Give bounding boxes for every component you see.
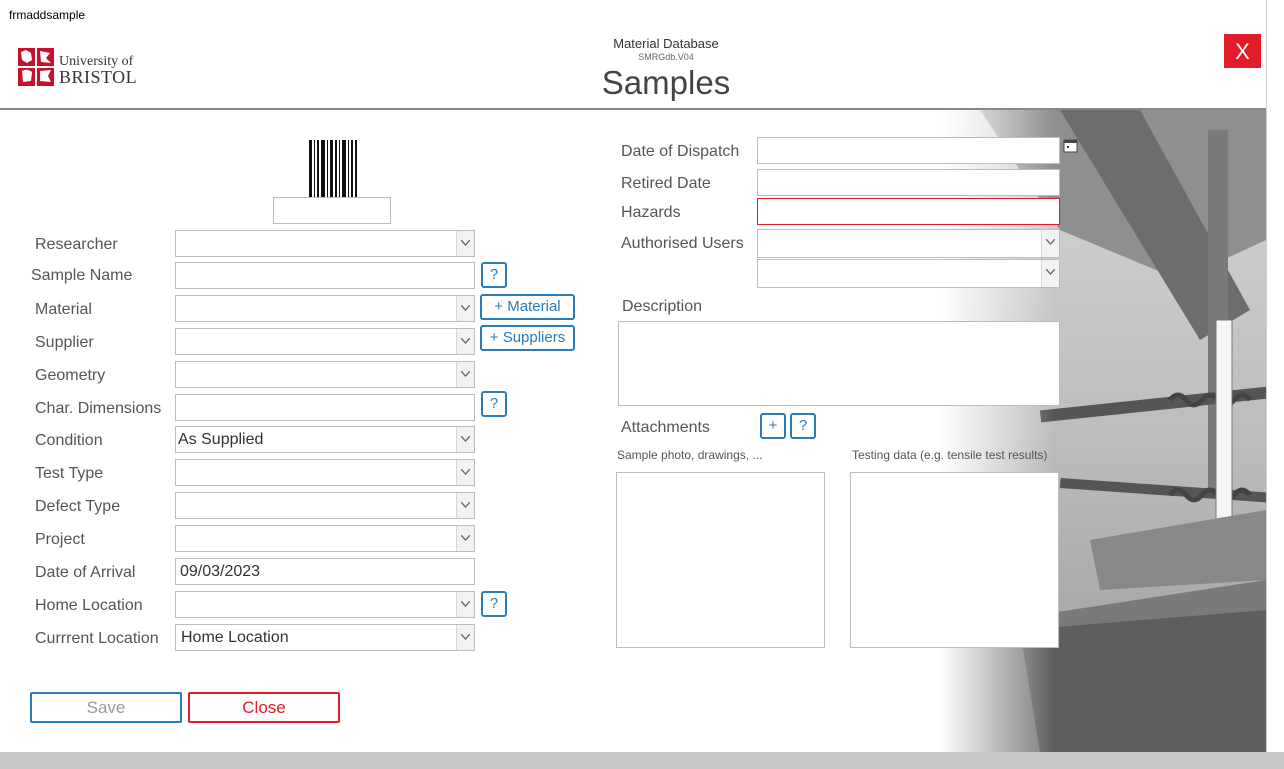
chevron-down-icon[interactable] xyxy=(1041,230,1059,257)
project-select[interactable] xyxy=(175,525,475,552)
save-button[interactable]: Save xyxy=(30,692,182,723)
sample-name-help-button[interactable]: ? xyxy=(481,262,507,288)
geometry-select[interactable] xyxy=(175,361,475,388)
date-of-dispatch-input[interactable] xyxy=(757,137,1060,164)
current-location-label: Currrent Location xyxy=(35,630,159,647)
chevron-down-icon[interactable] xyxy=(456,362,474,387)
chevron-down-icon[interactable] xyxy=(456,493,474,518)
researcher-label: Researcher xyxy=(35,236,118,253)
date-of-arrival-input[interactable]: 09/03/2023 xyxy=(175,558,475,585)
barcode-icon xyxy=(309,140,357,198)
app-name: Material Database xyxy=(613,36,719,51)
researcher-select[interactable] xyxy=(175,230,475,257)
home-location-help-button[interactable]: ? xyxy=(481,591,507,617)
geometry-label: Geometry xyxy=(35,367,106,384)
close-button[interactable]: Close xyxy=(188,692,340,723)
testing-data-label: Testing data (e.g. tensile test results) xyxy=(852,448,1048,462)
char-dimensions-label: Char. Dimensions xyxy=(35,400,162,417)
defect-type-label: Defect Type xyxy=(35,498,121,515)
add-material-button[interactable]: + Material xyxy=(480,294,575,320)
current-location-select[interactable]: Home Location xyxy=(175,624,475,651)
attachments-label: Attachments xyxy=(621,419,710,436)
close-window-button[interactable]: X xyxy=(1224,34,1261,68)
char-dimensions-help-button[interactable]: ? xyxy=(481,391,507,417)
sample-photos-label: Sample photo, drawings, ... xyxy=(617,448,763,462)
status-bar xyxy=(0,752,1284,769)
date-of-arrival-label: Date of Arrival xyxy=(35,564,136,581)
material-label: Material xyxy=(35,301,92,318)
authorised-users-label: Authorised Users xyxy=(621,235,744,252)
sample-name-input[interactable] xyxy=(175,262,475,289)
retired-date-input[interactable] xyxy=(757,169,1060,196)
chevron-down-icon[interactable] xyxy=(456,296,474,321)
add-suppliers-button[interactable]: + Suppliers xyxy=(480,325,575,351)
material-select[interactable] xyxy=(175,295,475,322)
authorised-users-select-1[interactable] xyxy=(757,229,1060,258)
project-label: Project xyxy=(35,531,85,548)
chevron-down-icon[interactable] xyxy=(1041,260,1059,287)
defect-type-select[interactable] xyxy=(175,492,475,519)
retired-date-label: Retired Date xyxy=(621,175,711,192)
current-location-value: Home Location xyxy=(181,629,289,646)
attachments-help-button[interactable]: ? xyxy=(790,413,816,439)
chevron-down-icon[interactable] xyxy=(456,427,474,452)
hazards-label: Hazards xyxy=(621,204,681,221)
supplier-label: Supplier xyxy=(35,334,94,351)
home-location-select[interactable] xyxy=(175,591,475,618)
logo-text-line2: BRISTOL xyxy=(59,67,138,87)
chevron-down-icon[interactable] xyxy=(456,526,474,551)
description-textarea[interactable] xyxy=(618,321,1060,406)
date-of-dispatch-label: Date of Dispatch xyxy=(621,143,740,160)
sample-photos-list[interactable] xyxy=(616,472,825,648)
testing-data-list[interactable] xyxy=(850,472,1059,648)
app-version: SMRGdb.V04 xyxy=(638,52,694,62)
sample-name-label: Sample Name xyxy=(31,267,133,284)
window-edge xyxy=(1266,0,1267,752)
char-dimensions-input[interactable] xyxy=(175,394,475,421)
test-type-select[interactable] xyxy=(175,459,475,486)
page-title: Samples xyxy=(601,64,731,101)
chevron-down-icon[interactable] xyxy=(456,625,474,650)
condition-select[interactable]: As Supplied xyxy=(175,426,475,453)
authorised-users-select-2[interactable] xyxy=(757,259,1060,288)
hazards-input[interactable] xyxy=(757,198,1060,225)
condition-value: As Supplied xyxy=(178,431,264,448)
chevron-down-icon[interactable] xyxy=(456,329,474,354)
chevron-down-icon[interactable] xyxy=(456,231,474,256)
test-type-label: Test Type xyxy=(35,465,104,482)
barcode-input[interactable] xyxy=(273,197,391,224)
window-title: frmaddsample xyxy=(9,8,86,22)
add-attachment-button[interactable]: + xyxy=(760,413,786,439)
chevron-down-icon[interactable] xyxy=(456,592,474,617)
home-location-label: Home Location xyxy=(35,597,143,614)
condition-label: Condition xyxy=(35,432,103,449)
calendar-icon[interactable] xyxy=(1063,138,1078,153)
chevron-down-icon[interactable] xyxy=(456,460,474,485)
description-label: Description xyxy=(622,298,703,315)
bristol-crest-icon xyxy=(18,48,54,86)
supplier-select[interactable] xyxy=(175,328,475,355)
